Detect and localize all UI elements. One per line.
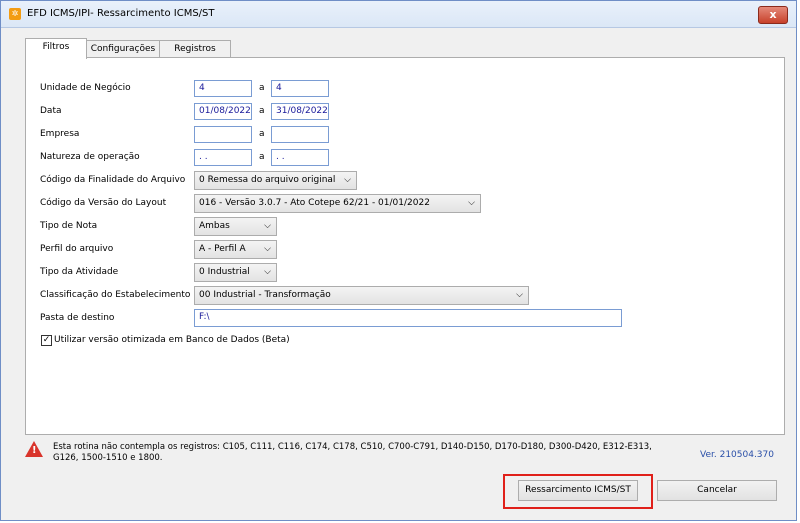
chevron-down-icon: ⌵ bbox=[468, 198, 475, 208]
dialog-window: ✲ EFD ICMS/IPI- Ressarcimento ICMS/ST x … bbox=[0, 0, 797, 521]
unidade-label: Unidade de Negócio bbox=[40, 83, 131, 93]
natureza-to-input[interactable]: . . bbox=[271, 149, 329, 166]
atividade-label: Tipo da Atividade bbox=[40, 267, 119, 277]
perfil-label: Perfil do arquivo bbox=[40, 244, 114, 254]
empresa-sep: a bbox=[259, 129, 265, 139]
data-to-input[interactable]: 31/08/2022 bbox=[271, 103, 329, 120]
tipo-nota-label: Tipo de Nota bbox=[40, 221, 98, 231]
tab-filtros[interactable]: Filtros bbox=[25, 38, 87, 59]
tipo-nota-select[interactable]: Ambas ⌵ bbox=[194, 217, 277, 236]
unidade-to-input[interactable]: 4 bbox=[271, 80, 329, 97]
tab-configuracoes[interactable]: Configurações bbox=[85, 40, 161, 58]
warning-mark: ! bbox=[32, 445, 37, 456]
atividade-value: 0 Industrial bbox=[199, 267, 250, 277]
classificacao-label: Classificação do Estabelecimento bbox=[40, 290, 191, 300]
otimizada-label: Utilizar versão otimizada em Banco de Da… bbox=[54, 335, 290, 345]
warning-line-2: G126, 1500-1510 e 1800. bbox=[53, 453, 163, 463]
filters-panel bbox=[25, 57, 785, 435]
pasta-input[interactable]: F:\ bbox=[194, 309, 622, 327]
versao-label: Código da Versão do Layout bbox=[40, 198, 167, 208]
atividade-select[interactable]: 0 Industrial ⌵ bbox=[194, 263, 277, 282]
perfil-value: A - Perfil A bbox=[199, 244, 246, 254]
data-sep: a bbox=[259, 106, 265, 116]
close-button[interactable]: x bbox=[758, 6, 788, 24]
data-from-input[interactable]: 01/08/2022 bbox=[194, 103, 252, 120]
data-label: Data bbox=[40, 106, 62, 116]
tipo-nota-value: Ambas bbox=[199, 221, 230, 231]
unidade-from-input[interactable]: 4 bbox=[194, 80, 252, 97]
finalidade-value: 0 Remessa do arquivo original bbox=[199, 175, 336, 185]
natureza-sep: a bbox=[259, 152, 265, 162]
unidade-sep: a bbox=[259, 83, 265, 93]
cancelar-button[interactable]: Cancelar bbox=[657, 480, 777, 501]
tab-registros[interactable]: Registros bbox=[159, 40, 231, 58]
version-label: Ver. 210504.370 bbox=[700, 450, 774, 460]
chevron-down-icon: ⌵ bbox=[344, 175, 351, 185]
highlight-box bbox=[503, 474, 653, 509]
finalidade-label: Código da Finalidade do Arquivo bbox=[40, 175, 186, 185]
warning-text: Esta rotina não contempla os registros: … bbox=[53, 442, 663, 464]
chevron-down-icon: ⌵ bbox=[516, 290, 523, 300]
title-bar: ✲ EFD ICMS/IPI- Ressarcimento ICMS/ST x bbox=[1, 1, 796, 28]
app-icon: ✲ bbox=[9, 8, 21, 20]
natureza-label: Natureza de operação bbox=[40, 152, 140, 162]
empresa-from-input[interactable] bbox=[194, 126, 252, 143]
classificacao-select[interactable]: 00 Industrial - Transformação ⌵ bbox=[194, 286, 529, 305]
warning-line-1: Esta rotina não contempla os registros: … bbox=[53, 442, 652, 452]
classificacao-value: 00 Industrial - Transformação bbox=[199, 290, 331, 300]
natureza-from-input[interactable]: . . bbox=[194, 149, 252, 166]
chevron-down-icon: ⌵ bbox=[264, 244, 271, 254]
perfil-select[interactable]: A - Perfil A ⌵ bbox=[194, 240, 277, 259]
pasta-label: Pasta de destino bbox=[40, 313, 115, 323]
chevron-down-icon: ⌵ bbox=[264, 267, 271, 277]
finalidade-select[interactable]: 0 Remessa do arquivo original ⌵ bbox=[194, 171, 357, 190]
otimizada-checkbox[interactable]: ✓ bbox=[41, 335, 52, 346]
empresa-to-input[interactable] bbox=[271, 126, 329, 143]
versao-value: 016 - Versão 3.0.7 - Ato Cotepe 62/21 - … bbox=[199, 198, 430, 208]
empresa-label: Empresa bbox=[40, 129, 80, 139]
chevron-down-icon: ⌵ bbox=[264, 221, 271, 231]
versao-select[interactable]: 016 - Versão 3.0.7 - Ato Cotepe 62/21 - … bbox=[194, 194, 481, 213]
window-title: EFD ICMS/IPI- Ressarcimento ICMS/ST bbox=[27, 8, 215, 19]
